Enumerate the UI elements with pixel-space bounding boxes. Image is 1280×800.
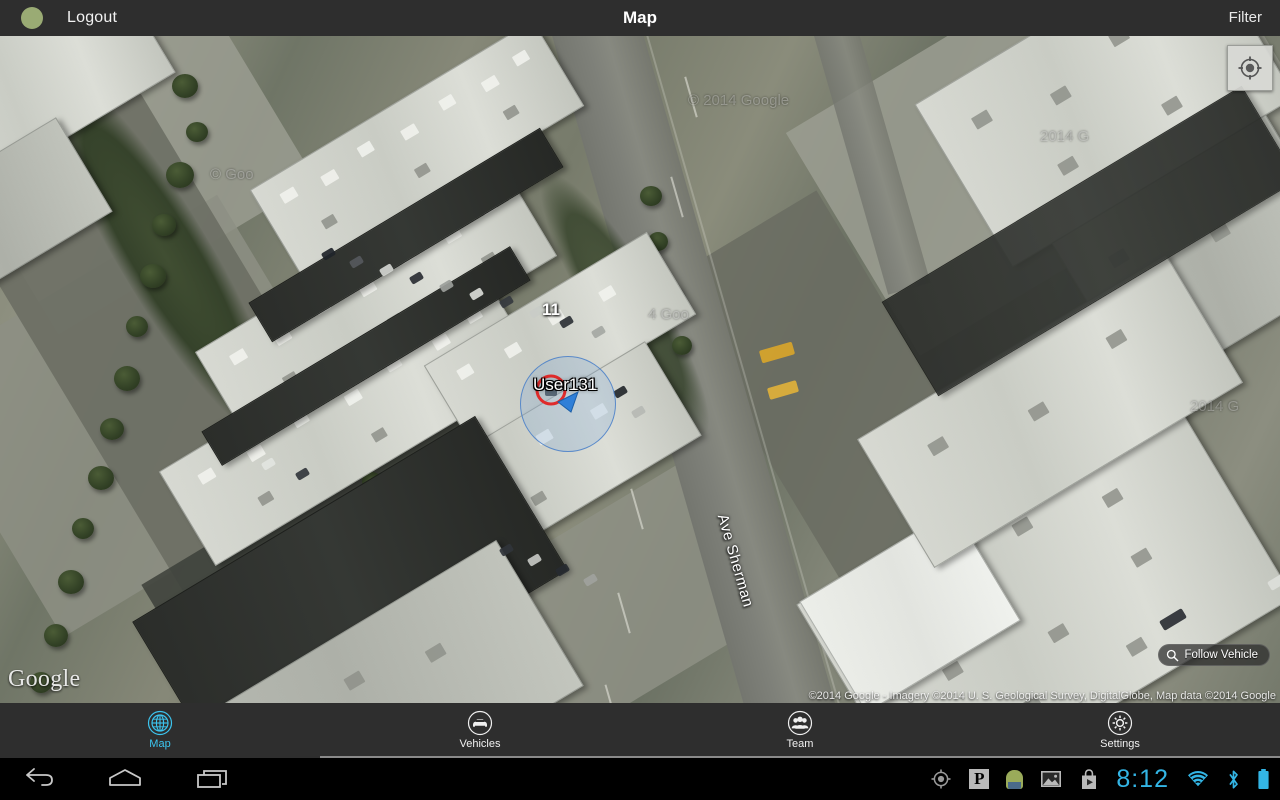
action-bar: Logout Map Filter bbox=[0, 0, 1280, 36]
follow-vehicle-label: Follow Vehicle bbox=[1184, 649, 1258, 661]
back-icon[interactable] bbox=[22, 766, 56, 792]
bluetooth-icon bbox=[1229, 770, 1238, 788]
tab-label-settings: Settings bbox=[1100, 737, 1140, 750]
map-canvas[interactable]: © 2014 Google 4 Goo 2014 G © Goo 2014 G … bbox=[0, 36, 1280, 703]
car-icon bbox=[467, 710, 493, 735]
google-logo: Google bbox=[8, 666, 81, 692]
tab-vehicles[interactable]: Vehicles bbox=[320, 703, 640, 758]
globe-icon bbox=[147, 710, 173, 735]
my-location-button[interactable] bbox=[1227, 45, 1273, 91]
logout-button[interactable]: Logout bbox=[67, 9, 117, 27]
search-icon bbox=[1167, 649, 1179, 661]
parking-icon: P bbox=[969, 769, 990, 789]
battery-full-icon bbox=[1258, 769, 1269, 789]
tab-team[interactable]: Team bbox=[640, 703, 960, 758]
screen: Logout Map Filter © 2014 Google 4 Goo 20… bbox=[0, 0, 1280, 800]
tab-settings[interactable]: Settings bbox=[960, 703, 1280, 758]
page-title: Map bbox=[623, 8, 657, 27]
home-icon[interactable] bbox=[106, 766, 144, 792]
tab-label-team: Team bbox=[786, 737, 814, 750]
tab-map[interactable]: Map bbox=[0, 703, 320, 758]
image-icon bbox=[1041, 771, 1062, 787]
recents-icon[interactable] bbox=[194, 766, 232, 792]
satellite-imagery: © 2014 Google 4 Goo 2014 G © Goo 2014 G … bbox=[0, 36, 1280, 703]
gps-icon bbox=[931, 769, 951, 789]
heading-arrow-icon bbox=[557, 391, 579, 413]
android-icon bbox=[1006, 769, 1024, 789]
android-system-bar: P 8:12 bbox=[0, 758, 1280, 800]
status-clock: 8:12 bbox=[1116, 764, 1169, 793]
user-marker-group[interactable]: User131 bbox=[520, 356, 620, 456]
play-store-icon bbox=[1082, 768, 1097, 789]
people-icon bbox=[787, 710, 813, 735]
bottom-tab-bar: Map Vehicles Team Settings bbox=[0, 703, 1280, 758]
status-icons: P 8:12 bbox=[930, 758, 1270, 800]
tab-label-map: Map bbox=[149, 737, 171, 750]
app-circle-icon bbox=[21, 7, 43, 29]
map-attribution: ©2014 Google - Imagery ©2014 U. S. Geolo… bbox=[808, 690, 1276, 702]
gear-icon bbox=[1107, 710, 1133, 735]
wifi-icon bbox=[1188, 770, 1208, 787]
filter-button[interactable]: Filter bbox=[1229, 0, 1262, 36]
my-location-icon bbox=[1238, 56, 1262, 80]
tab-label-vehicles: Vehicles bbox=[459, 737, 501, 750]
navigation-buttons bbox=[0, 758, 232, 800]
follow-vehicle-button[interactable]: Follow Vehicle bbox=[1158, 644, 1270, 666]
